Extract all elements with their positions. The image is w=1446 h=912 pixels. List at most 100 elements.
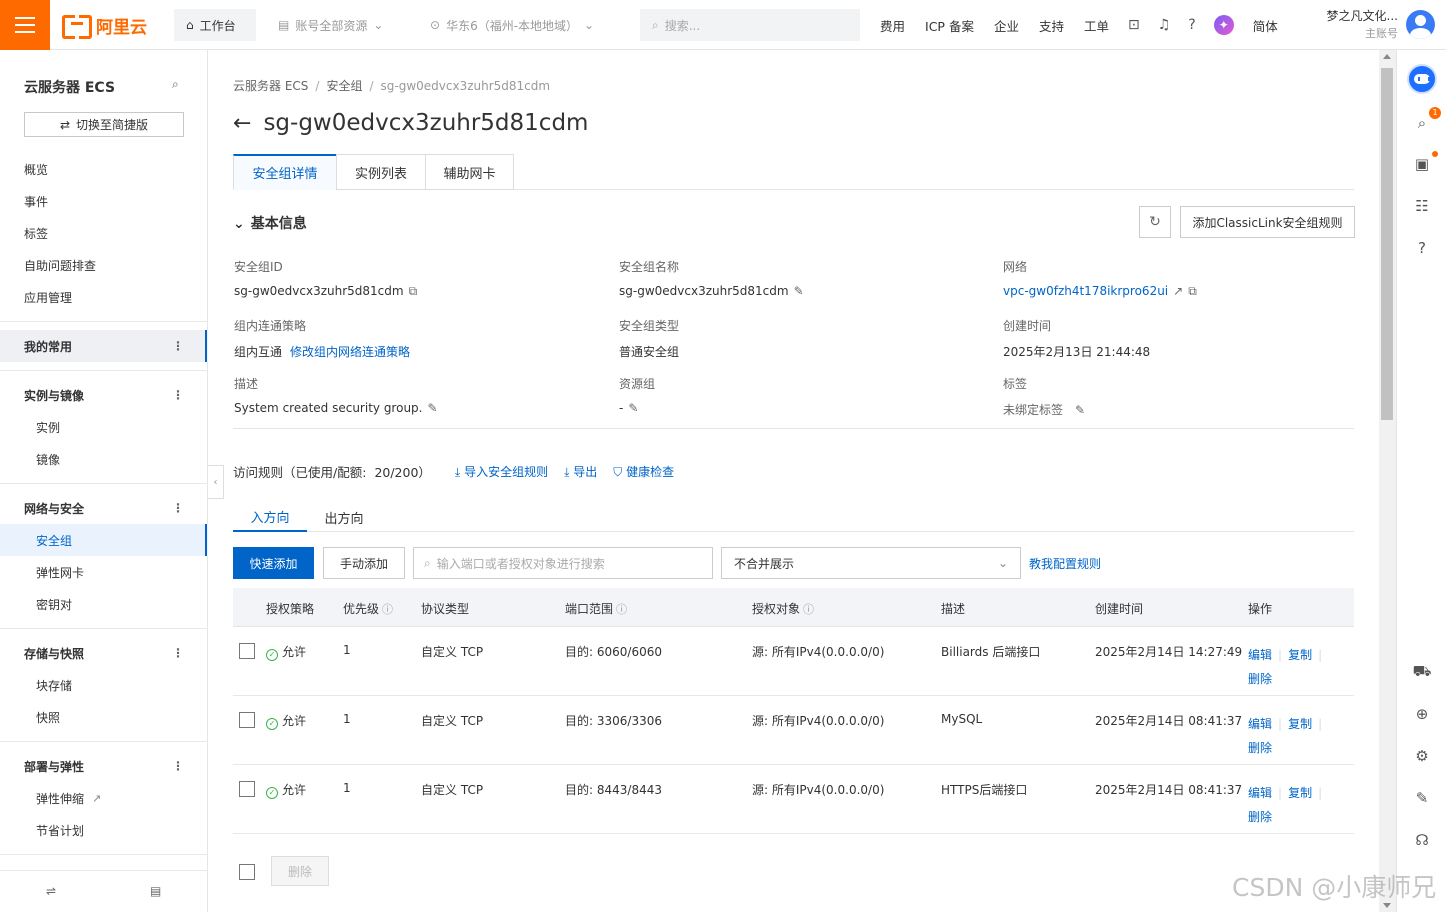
tab-outbound[interactable]: 出方向 (307, 502, 381, 532)
basic-info-header[interactable]: ⌄ 基本信息 (233, 213, 307, 233)
batch-delete-button[interactable]: 删除 (271, 856, 329, 886)
external-link-icon[interactable]: ↗ (1173, 284, 1183, 298)
book-icon[interactable]: ▣ (1397, 152, 1446, 176)
manual-add-button[interactable]: 手动添加 (323, 547, 405, 579)
search-icon[interactable]: ⌕ (172, 77, 179, 92)
row-checkbox[interactable] (239, 781, 255, 797)
sidebar-item-instance[interactable]: 实例 (0, 411, 208, 443)
help-icon[interactable]: ⓘ (616, 603, 627, 616)
edit-link[interactable]: 编辑 (1248, 648, 1272, 662)
more-icon[interactable]: ⋮ (172, 646, 184, 660)
help-icon[interactable]: ⓘ (803, 603, 814, 616)
sidebar-item-security-group[interactable]: 安全组 (0, 524, 208, 556)
row-checkbox[interactable] (239, 643, 255, 659)
crumb-sg[interactable]: 安全组 (326, 79, 362, 93)
sidebar-item-snapshot[interactable]: 快照 (0, 701, 208, 733)
doc-icon[interactable]: ▤ (150, 884, 161, 898)
menu-icon[interactable] (0, 0, 50, 50)
more-icon[interactable]: ⋮ (172, 501, 184, 515)
edit-link[interactable]: 编辑 (1248, 786, 1272, 800)
sidebar-item-events[interactable]: 事件 (0, 185, 208, 217)
tab-instances[interactable]: 实例列表 (336, 154, 426, 190)
headset-icon[interactable]: ☊ (1397, 828, 1446, 852)
resources-dropdown[interactable]: ▤ 账号全部资源 ⌄ (266, 9, 406, 41)
tab-eni[interactable]: 辅助网卡 (425, 154, 514, 190)
sidebar-item-overview[interactable]: 概览 (0, 153, 208, 185)
select-all-checkbox[interactable] (239, 864, 255, 880)
refresh-button[interactable]: ↻ (1139, 206, 1171, 238)
page-scrollbar[interactable] (1379, 50, 1396, 912)
teach-config-link[interactable]: 教我配置规则 (1029, 555, 1101, 572)
more-icon[interactable]: ⋮ (172, 339, 184, 353)
help-icon[interactable]: ⓘ (382, 603, 393, 616)
scroll-thumb[interactable] (1381, 68, 1393, 420)
checklist-icon[interactable]: ☷ (1397, 194, 1446, 218)
tab-sg-detail[interactable]: 安全组详情 (233, 154, 337, 190)
copy-link[interactable]: 复制 (1288, 786, 1312, 800)
sidebar-group-network[interactable]: 网络与安全 ⋮ (0, 492, 208, 524)
copy-link[interactable]: 复制 (1288, 648, 1312, 662)
more-icon[interactable]: ⋮ (172, 759, 184, 773)
row-checkbox[interactable] (239, 712, 255, 728)
account-menu[interactable]: 梦之凡文化... 主账号 (1316, 8, 1398, 42)
nav-icp[interactable]: ICP 备案 (915, 16, 984, 35)
health-check-link[interactable]: ⛉ 健康检查 (613, 463, 674, 480)
quick-add-button[interactable]: 快速添加 (233, 547, 314, 579)
edit-icon[interactable]: ✎ (1075, 403, 1085, 417)
rule-search-input[interactable]: ⌕ 输入端口或者授权对象进行搜索 (413, 547, 713, 579)
delete-link[interactable]: 删除 (1248, 672, 1272, 686)
copy-icon[interactable]: ⧉ (1188, 284, 1197, 298)
avatar[interactable] (1406, 10, 1435, 39)
help-icon[interactable]: ? (1397, 236, 1446, 260)
help-icon[interactable]: ? (1179, 17, 1204, 33)
copy-link[interactable]: 复制 (1288, 717, 1312, 731)
nav-fees[interactable]: 费用 (870, 16, 915, 35)
sidebar-item-tags[interactable]: 标签 (0, 217, 208, 249)
workbench-button[interactable]: ⌂ 工作台 (174, 9, 256, 41)
sidebar-item-eni[interactable]: 弹性网卡 (0, 556, 208, 588)
add-classiclink-button[interactable]: 添加ClassicLink安全组规则 (1180, 206, 1355, 238)
nav-support[interactable]: 支持 (1029, 16, 1074, 35)
delete-link[interactable]: 删除 (1248, 741, 1272, 755)
back-arrow-icon[interactable]: ← (233, 111, 251, 136)
region-dropdown[interactable]: ⊙ 华东6（福州-本地地域） ⌄ (418, 9, 614, 41)
edit-icon[interactable]: ✎ (427, 401, 437, 415)
more-icon[interactable]: ⋮ (172, 388, 184, 402)
sidebar-item-troubleshoot[interactable]: 自助问题排查 (0, 249, 208, 281)
sidebar-item-block-storage[interactable]: 块存储 (0, 669, 208, 701)
sidebar-item-app-mgmt[interactable]: 应用管理 (0, 281, 208, 313)
scroll-up-icon[interactable] (1383, 54, 1391, 59)
global-search-input[interactable]: ⌕ 搜索... (640, 9, 860, 41)
nav-ticket[interactable]: 工单 (1074, 16, 1119, 35)
aliyun-logo[interactable]: 阿里云 (62, 13, 147, 39)
sidebar-group-deploy[interactable]: 部署与弹性 ⋮ (0, 750, 208, 782)
import-rules-link[interactable]: ⤓ 导入安全组规则 (455, 463, 548, 480)
gear-icon[interactable]: ⚙ (1397, 744, 1446, 768)
vpc-link[interactable]: vpc-gw0fzh4t178ikrpro62ui (1003, 284, 1168, 298)
export-link[interactable]: ⤓ 导出 (564, 463, 597, 480)
bell-icon[interactable]: ♫ (1149, 17, 1180, 33)
cart-icon[interactable]: ⛟ (1397, 660, 1446, 684)
swap-icon[interactable]: ⇌ (46, 884, 56, 898)
sidebar-item-image[interactable]: 镜像 (0, 443, 208, 475)
copy-icon[interactable]: ⧉ (409, 284, 418, 298)
crumb-ecs[interactable]: 云服务器 ECS (233, 79, 308, 93)
ai-assistant-icon[interactable]: ✦ (1205, 15, 1243, 35)
merge-select[interactable]: 不合并展示 ⌄ (721, 547, 1021, 579)
ai-robot-icon[interactable] (1407, 64, 1437, 94)
terminal-icon[interactable]: ⊡ (1119, 17, 1149, 33)
nav-enterprise[interactable]: 企业 (984, 16, 1029, 35)
delete-link[interactable]: 删除 (1248, 810, 1272, 824)
edit-icon[interactable]: ✎ (794, 284, 804, 298)
sidebar-item-keypair[interactable]: 密钥对 (0, 588, 208, 620)
edit-icon[interactable]: ✎ (1397, 786, 1446, 810)
edit-link[interactable]: 编辑 (1248, 717, 1272, 731)
sidebar-group-instances[interactable]: 实例与镜像 ⋮ (0, 379, 208, 411)
language-switch[interactable]: 简体 (1243, 16, 1288, 35)
switch-simple-button[interactable]: ⇄ 切换至简捷版 (24, 112, 184, 137)
sidebar-item-savings-plan[interactable]: 节省计划 (0, 814, 208, 846)
edit-icon[interactable]: ✎ (628, 401, 638, 415)
sidebar-group-storage[interactable]: 存储与快照 ⋮ (0, 637, 208, 669)
sidebar-group-favorites[interactable]: 我的常用 ⋮ (0, 330, 208, 362)
sidebar-item-autoscaling[interactable]: 弹性伸缩 ↗ (0, 782, 208, 814)
